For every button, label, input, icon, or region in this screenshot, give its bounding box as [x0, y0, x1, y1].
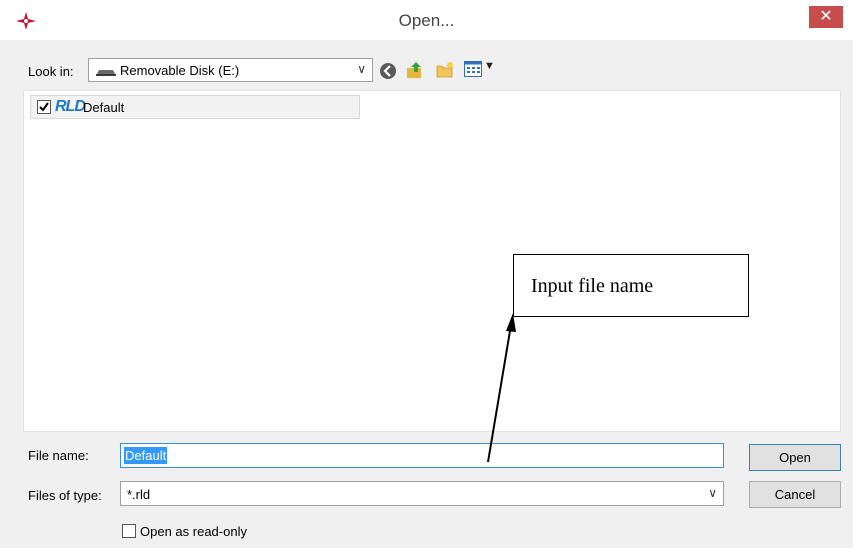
- view-menu-icon[interactable]: ▼: [464, 60, 502, 80]
- cancel-button[interactable]: Cancel: [749, 481, 841, 508]
- file-label: Default: [83, 100, 125, 115]
- callout-text: Input file name: [531, 275, 654, 297]
- read-only-label: Open as read-only: [140, 524, 247, 539]
- file-name-label: File name:: [28, 448, 89, 463]
- look-in-value: Removable Disk (E:): [120, 63, 240, 78]
- look-in-row: Look in: Removable Disk (E:) ∨ ▼: [0, 48, 853, 88]
- open-button[interactable]: Open: [749, 444, 841, 471]
- look-in-select[interactable]: Removable Disk (E:) ∨: [88, 58, 373, 82]
- file-name-input[interactable]: Default: [120, 443, 724, 468]
- rld-logo-icon: RLD: [55, 98, 86, 115]
- look-in-label: Look in:: [28, 64, 74, 79]
- open-dialog: Open... ✕ Look in: Removable Disk (E:) ∨: [0, 0, 853, 548]
- window-title: Open...: [398, 11, 455, 30]
- up-folder-icon[interactable]: [406, 61, 424, 79]
- item-checkbox[interactable]: [37, 100, 51, 114]
- list-item[interactable]: RLD Default: [30, 95, 360, 119]
- file-type-select[interactable]: *.rld ∨: [120, 481, 724, 506]
- file-type-value: *.rld: [127, 487, 151, 502]
- drive-icon: [96, 70, 116, 76]
- chevron-down-icon: ∨: [357, 62, 366, 76]
- new-folder-icon[interactable]: [436, 61, 454, 79]
- checkmark-icon: [39, 102, 49, 112]
- read-only-checkbox[interactable]: [122, 524, 136, 538]
- title-bar: Open... ✕: [0, 0, 853, 40]
- chevron-down-icon: ∨: [708, 486, 717, 500]
- file-name-value: Default: [124, 447, 168, 464]
- file-type-label: Files of type:: [28, 488, 102, 503]
- close-button[interactable]: ✕: [809, 6, 843, 28]
- annotation-callout: Input file name: [513, 254, 749, 317]
- back-icon[interactable]: [379, 62, 397, 80]
